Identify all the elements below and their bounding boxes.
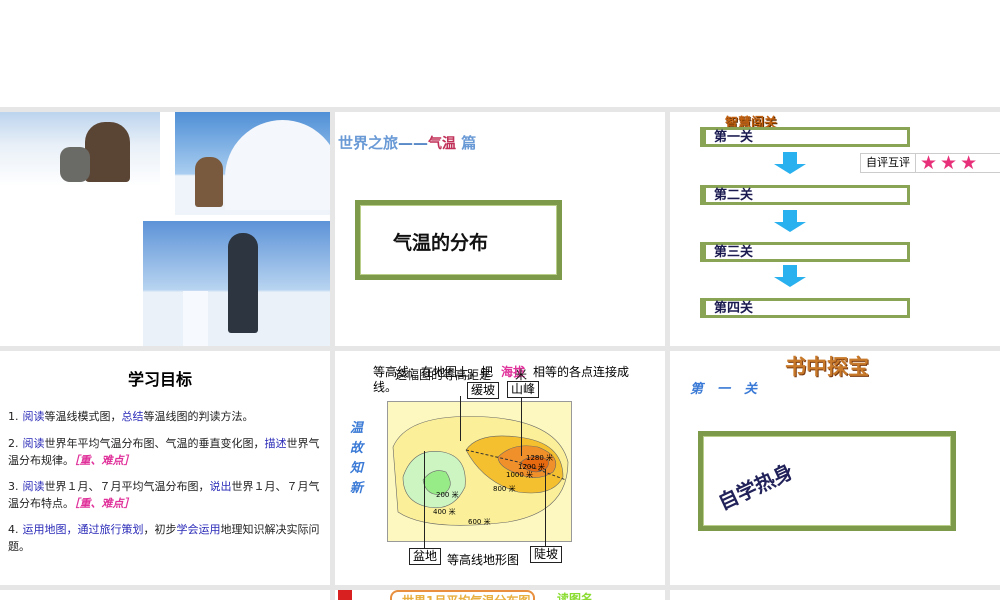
contour-200: 200 米: [436, 491, 459, 499]
slide-thumbnail-8[interactable]: 世界1月平均气温分布图 读图名: [335, 590, 665, 600]
map-caption: 等高线地形图: [447, 553, 520, 567]
pointer-line: [545, 469, 546, 549]
overlay-question: 这幅图的等高距是: [395, 368, 492, 382]
title-left: 世界之旅: [338, 134, 399, 152]
goal-text: 学会运用: [176, 523, 221, 536]
pointer-line: [460, 396, 461, 441]
goal-text: 世界年平均气温分布图、气温的垂直变化图，: [44, 437, 265, 450]
title-mid: 气温: [428, 136, 457, 152]
slide-title: 书中探宝: [785, 355, 869, 379]
goal-text: 阅读: [22, 437, 45, 450]
goal-number: 4.: [8, 523, 19, 536]
level-1: 第一关: [700, 127, 910, 147]
goal-item: 1. 阅读等温线模式图，总结等温线图的判读方法。: [8, 408, 323, 425]
slide-thumbnail-5[interactable]: 温故知新 等高线：在地图上，把 海拔 相等的各点连接成线。 这幅图的等高距是 米 1…: [335, 351, 665, 585]
slide-title: 学习目标: [127, 370, 192, 389]
slide-thumbnail-7[interactable]: [0, 590, 330, 600]
slide-thumbnail-6[interactable]: 书中探宝 第一关 自学热身: [670, 351, 1000, 585]
level-label: 第一关: [690, 382, 772, 397]
rating-box: 自评互评 ★★★: [860, 152, 1000, 174]
goal-text: 等温线图的判读方法。: [143, 410, 254, 423]
slide-title: 世界1月平均气温分布图: [390, 590, 535, 600]
photo-igloo: [175, 112, 330, 215]
slide-thumbnail-9[interactable]: [670, 590, 1000, 600]
photo-inuit-standing: [143, 221, 330, 346]
goal-text: 说出: [209, 480, 232, 493]
label-gentle-slope: 缓坡: [467, 382, 500, 399]
goal-text: 运用地图，通过旅行策划: [22, 523, 144, 536]
contour-1000: 1000 米: [506, 471, 534, 479]
goal-text: 总结: [121, 410, 144, 423]
level-4: 第四关: [700, 298, 910, 318]
goal-item: 2. 阅读世界年平均气温分布图、气温的垂直变化图，描述世界气温分布规律。［重、难点…: [8, 435, 323, 469]
title-right: 篇: [461, 134, 477, 152]
goal-text: ［重、难点］: [74, 454, 135, 467]
pointer-line: [424, 451, 425, 549]
slide-thumbnail-1[interactable]: [0, 112, 330, 346]
slide-title: 世界之旅——气温 篇: [338, 134, 477, 152]
photo-inuit-with-dog: [0, 112, 160, 187]
goal-text: ，初步: [143, 523, 177, 536]
rating-label: 自评互评: [861, 154, 916, 172]
goal-text: 阅读: [22, 410, 45, 423]
level-2: 第二关: [700, 185, 910, 205]
contour-400: 400 米: [433, 508, 456, 516]
side-title: 温故知新: [350, 421, 364, 496]
star-icon: ★★★: [920, 152, 981, 174]
label-steep-slope: 陡坡: [530, 546, 563, 563]
level-3: 第三关: [700, 242, 910, 262]
goal-item: 3. 阅读世界１月、７月平均气温分布图，说出世界１月、７月气温分布特点。［重、难点…: [8, 478, 323, 512]
goal-number: 3.: [8, 480, 19, 493]
flag-icon: [338, 590, 352, 600]
slide-thumbnail-2[interactable]: 世界之旅——气温 篇 气温的分布: [335, 112, 665, 346]
goal-text: 等温线模式图，: [44, 410, 122, 423]
slide-thumbnail-3[interactable]: 智慧闯关 第一关 第二关 第三关 第四关 自评互评 ★★★: [670, 112, 1000, 346]
box-title: 气温的分布: [393, 232, 489, 254]
top-blank-area: [0, 0, 1000, 107]
label-basin: 盆地: [409, 548, 442, 565]
pointer-line: [521, 396, 522, 456]
slide-thumbnail-4[interactable]: 学习目标 1. 阅读等温线模式图，总结等温线图的判读方法。 2. 阅读世界年平均气温分…: [0, 351, 330, 585]
tag: 读图名: [557, 592, 594, 600]
goal-number: 2.: [8, 437, 19, 450]
label-peak: 山峰: [507, 381, 540, 398]
goal-text: 阅读: [22, 480, 45, 493]
goal-text: ［重、难点］: [74, 497, 135, 510]
goal-number: 1.: [8, 410, 19, 423]
contour-600: 600 米: [468, 518, 491, 526]
goal-text: 描述: [264, 437, 287, 450]
contour-800: 800 米: [493, 485, 516, 493]
goal-text: 世界１月、７月平均气温分布图，: [44, 480, 210, 493]
goal-item: 4. 运用地图，通过旅行策划，初步学会运用地理知识解决实际问题。: [8, 521, 323, 555]
